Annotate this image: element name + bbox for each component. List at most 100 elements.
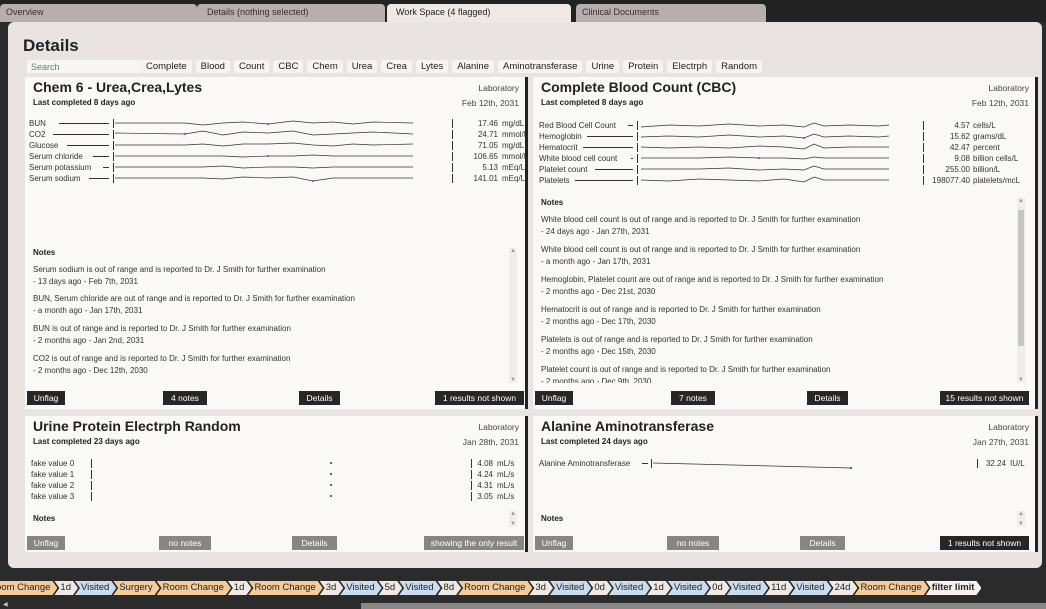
metric-value: 198077.40 — [932, 176, 970, 185]
metric-row[interactable]: fake value 3 3.05 mL/s — [31, 492, 526, 501]
filter-chips: Complete Blood Count CBC Chem Urea Crea … — [141, 60, 763, 73]
filter-chip[interactable]: Chem — [307, 60, 343, 73]
metric-axis — [91, 481, 92, 490]
timeline-crumb[interactable]: Visited — [668, 581, 709, 595]
timeline-crumb[interactable]: 0d — [706, 581, 730, 595]
metric-leader — [631, 158, 633, 159]
metric-leader — [642, 463, 648, 464]
timeline-crumb[interactable]: 8d — [438, 581, 462, 595]
notes-scrollbar[interactable]: ▲ ▼ — [509, 248, 517, 383]
filter-chip[interactable]: Urine — [586, 60, 620, 73]
notes-scrollbar[interactable]: ▲ ▼ — [1017, 511, 1025, 527]
timeline-crumb[interactable]: Visited — [790, 581, 831, 595]
tab-clinical-documents[interactable]: Clinical Documents — [576, 4, 766, 22]
timeline-crumb[interactable]: 3d — [529, 581, 553, 595]
card-source: Laboratory — [478, 422, 519, 432]
scroll-up-icon[interactable]: ▲ — [509, 511, 517, 517]
notes-button[interactable]: 7 notes — [671, 391, 715, 405]
scroll-down-icon[interactable]: ▼ — [509, 521, 517, 527]
unflag-button[interactable]: Unflag — [27, 391, 65, 405]
timeline-crumb[interactable]: Visited — [609, 581, 650, 595]
details-button[interactable]: Details — [800, 536, 845, 550]
metric-name: fake value 1 — [31, 470, 75, 479]
card-source: Laboratory — [988, 83, 1029, 93]
details-button[interactable]: Details — [292, 536, 337, 550]
details-button[interactable]: Details — [807, 391, 848, 405]
tab-work-space[interactable]: Work Space (4 flagged) — [387, 4, 571, 22]
results-button[interactable]: 1 results not shown — [435, 391, 524, 405]
filter-chip[interactable]: Random — [716, 60, 763, 73]
scroll-up-icon[interactable]: ▲ — [509, 248, 517, 254]
notes-button[interactable]: no notes — [159, 536, 211, 550]
sparkline-hematocrit — [640, 143, 889, 150]
timeline-crumb[interactable]: Visited — [75, 581, 116, 595]
filter-chip[interactable]: Alanine — [452, 60, 494, 73]
scroll-down-icon[interactable]: ▼ — [1017, 377, 1025, 383]
scroll-up-icon[interactable]: ▲ — [1017, 511, 1025, 517]
unflag-button[interactable]: Unflag — [27, 536, 65, 550]
timeline-crumb[interactable]: Visited — [399, 581, 440, 595]
scroll-left-icon[interactable]: ◀ — [3, 601, 8, 608]
metric-unit: mL/s — [497, 470, 515, 479]
timeline-crumb[interactable]: 1d — [647, 581, 671, 595]
timeline-crumb[interactable]: Room Change — [458, 581, 532, 595]
timeline-crumb[interactable]: Visited — [550, 581, 591, 595]
notes-scrollbar[interactable]: ▲ ▼ — [1017, 198, 1025, 383]
notes-heading: Notes — [33, 514, 56, 523]
scroll-up-icon[interactable]: ▲ — [1017, 198, 1025, 204]
out-of-range-marker — [312, 180, 314, 182]
filter-chip[interactable]: Complete — [141, 60, 192, 73]
filter-chip[interactable]: Aminotransferase — [498, 60, 583, 73]
metric-value: 4.31 — [477, 481, 493, 490]
filter-chip[interactable]: CBC — [273, 60, 304, 73]
metric-row[interactable]: fake value 2 4.31 mL/s — [31, 481, 526, 490]
notes-button[interactable]: no notes — [667, 536, 719, 550]
timeline-crumb[interactable]: Visited — [340, 581, 381, 595]
sparkline-platelets — [640, 176, 889, 183]
unflag-button[interactable]: Unflag — [535, 391, 573, 405]
results-button[interactable]: 15 results not shown — [940, 391, 1029, 405]
filter-chip[interactable]: Urea — [346, 60, 378, 73]
scroll-down-icon[interactable]: ▼ — [509, 377, 517, 383]
sparkline-potassium — [115, 165, 413, 169]
timeline-crumb[interactable]: Room Change — [854, 581, 928, 595]
filter-limit-crumb[interactable]: filter limit — [926, 581, 982, 595]
filter-chip[interactable]: Lytes — [415, 60, 449, 73]
filter-chip[interactable]: Blood — [195, 60, 230, 73]
metric-name: Hemoglobin — [539, 132, 582, 141]
metric-value: 4.24 — [477, 470, 493, 479]
timeline-crumb[interactable]: Room Change — [157, 581, 231, 595]
timeline-crumb[interactable]: Surgery — [113, 581, 159, 595]
notes-button[interactable]: 4 notes — [163, 391, 207, 405]
timeline-crumb[interactable]: 5d — [379, 581, 403, 595]
timeline-crumb[interactable]: 3d — [320, 581, 344, 595]
metric-row[interactable]: fake value 0 4.08 mL/s — [31, 459, 526, 468]
timeline-crumb[interactable]: Room Change — [248, 581, 322, 595]
notes-scrollbar[interactable]: ▲ ▼ — [509, 511, 517, 527]
tab-overview[interactable]: Overview — [0, 4, 197, 22]
timeline-crumb[interactable]: Visited — [727, 581, 768, 595]
search-input[interactable] — [27, 60, 141, 73]
metric-row[interactable]: fake value 1 4.24 mL/s — [31, 470, 526, 479]
timeline-crumb[interactable]: 0d — [588, 581, 612, 595]
results-button[interactable]: 1 results not shown — [940, 536, 1029, 550]
timeline-scroll-thumb[interactable] — [361, 603, 1046, 609]
tab-details[interactable]: Details (nothing selected) — [197, 4, 385, 22]
timeline-crumb[interactable]: 1d — [228, 581, 252, 595]
filter-chip[interactable]: Protein — [623, 60, 664, 73]
timeline-crumb[interactable]: 24d — [829, 581, 858, 595]
timeline-crumb[interactable]: 1d — [54, 581, 78, 595]
scroll-down-icon[interactable]: ▼ — [1017, 521, 1025, 527]
filter-chip[interactable]: Count — [233, 60, 270, 73]
timeline-crumb[interactable]: 11d — [765, 581, 793, 595]
filter-chip[interactable]: Electrph — [667, 60, 713, 73]
details-button[interactable]: Details — [299, 391, 340, 405]
metric-name: CO2 — [29, 130, 46, 139]
unflag-button[interactable]: Unflag — [535, 536, 573, 550]
timeline-crumb[interactable]: oom Change — [0, 581, 57, 595]
filter-chip[interactable]: Crea — [381, 60, 412, 73]
metric-value: 42.47 — [949, 143, 970, 152]
results-button[interactable]: showing the only result — [424, 536, 524, 550]
scroll-thumb[interactable] — [1018, 210, 1024, 346]
metric-separator — [923, 154, 924, 163]
